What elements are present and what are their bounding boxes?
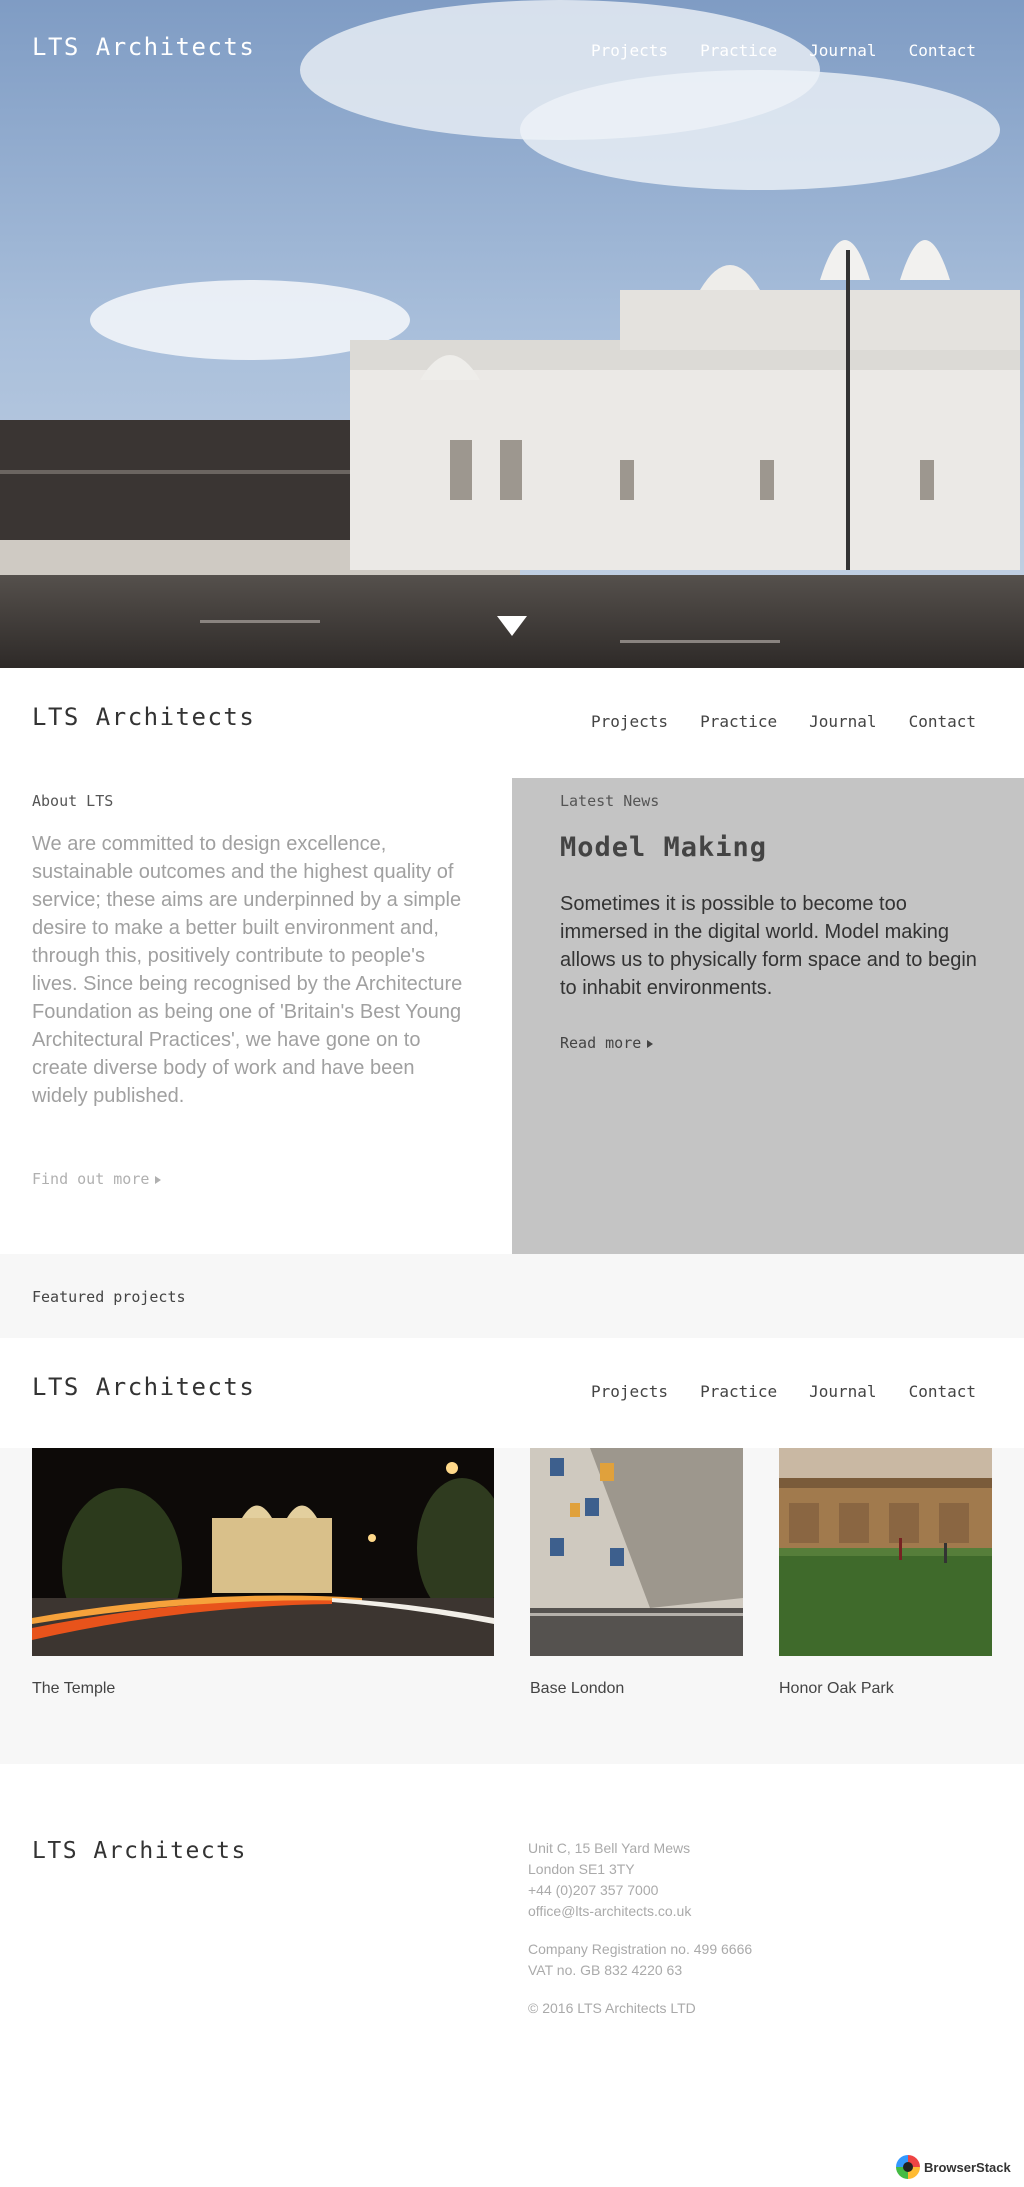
project-card-temple[interactable]: The Temple xyxy=(32,1448,494,1697)
nav-journal[interactable]: Journal xyxy=(809,712,876,731)
project-thumbnail xyxy=(32,1448,494,1656)
browserstack-logo-icon xyxy=(896,2155,920,2179)
nav-projects[interactable]: Projects xyxy=(591,41,668,60)
project-title: Honor Oak Park xyxy=(779,1680,894,1697)
email-link[interactable]: office@lts-architects.co.uk xyxy=(528,1901,752,1922)
news-text: Sometimes it is possible to become too i… xyxy=(560,893,977,999)
hero-nav: Projects Practice Journal Contact xyxy=(591,41,976,60)
latest-news-section: Latest News Model Making Sometimes it is… xyxy=(512,778,1024,1254)
nav-practice[interactable]: Practice xyxy=(700,712,777,731)
read-more-label: Read more xyxy=(560,1034,642,1052)
news-title[interactable]: Model Making xyxy=(560,832,767,863)
header-nav: Projects Practice Journal Contact xyxy=(591,1382,976,1401)
arrow-right-icon xyxy=(647,1039,654,1048)
site-header-repeat: LTS Architects Projects Practice Journal… xyxy=(0,1338,1024,1448)
phone-number[interactable]: +44 (0)207 357 7000 xyxy=(528,1880,752,1901)
site-header: LTS Architects Projects Practice Journal… xyxy=(0,668,1024,778)
header-nav: Projects Practice Journal Contact xyxy=(591,712,976,731)
address-line: Unit C, 15 Bell Yard Mews xyxy=(528,1840,691,1856)
scroll-down-icon[interactable] xyxy=(497,616,527,636)
about-section: About LTS We are committed to design exc… xyxy=(0,778,512,1254)
footer-contact: Unit C, 15 Bell Yard Mews London SE1 3TY… xyxy=(528,1838,752,2019)
nav-projects[interactable]: Projects xyxy=(591,1382,668,1401)
arrow-right-icon xyxy=(155,1175,162,1184)
find-out-more-link[interactable]: Find out more xyxy=(32,1170,162,1188)
header-logo[interactable]: LTS Architects xyxy=(32,1373,255,1401)
about-label: About LTS xyxy=(32,792,114,810)
project-title: Base London xyxy=(530,1680,625,1697)
site-footer: LTS Architects Unit C, 15 Bell Yard Mews… xyxy=(0,1764,1024,2187)
header-logo[interactable]: LTS Architects xyxy=(32,703,255,731)
hero-logo[interactable]: LTS Architects xyxy=(32,33,255,61)
nav-practice[interactable]: Practice xyxy=(700,41,777,60)
about-text: We are committed to design excellence, s… xyxy=(32,833,463,1107)
nav-contact[interactable]: Contact xyxy=(909,712,976,731)
address-line: London SE1 3TY xyxy=(528,1861,635,1877)
vat-number: VAT no. GB 832 4220 63 xyxy=(528,1962,683,1978)
copyright: © 2016 LTS Architects LTD xyxy=(528,2000,696,2016)
nav-contact[interactable]: Contact xyxy=(909,41,976,60)
nav-practice[interactable]: Practice xyxy=(700,1382,777,1401)
project-card-honor-oak[interactable]: Honor Oak Park xyxy=(779,1448,992,1697)
project-title: The Temple xyxy=(32,1680,116,1697)
featured-projects-grid: The Temple Base London Honor Oak Park xyxy=(0,1448,1024,1764)
nav-journal[interactable]: Journal xyxy=(809,41,876,60)
footer-logo[interactable]: LTS Architects xyxy=(32,1838,247,1864)
news-label: Latest News xyxy=(560,792,660,810)
browserstack-badge: BrowserStack xyxy=(896,2155,1011,2179)
project-thumbnail xyxy=(530,1448,743,1656)
nav-projects[interactable]: Projects xyxy=(591,712,668,731)
hero-banner: LTS Architects Projects Practice Journal… xyxy=(0,0,1024,668)
nav-contact[interactable]: Contact xyxy=(909,1382,976,1401)
project-thumbnail xyxy=(779,1448,992,1656)
browserstack-label: BrowserStack xyxy=(924,2159,1011,2175)
featured-label: Featured projects xyxy=(32,1288,186,1306)
project-card-base-london[interactable]: Base London xyxy=(530,1448,743,1697)
featured-projects-header: Featured projects xyxy=(0,1254,1024,1338)
hero-temple-photo xyxy=(0,0,1024,668)
nav-journal[interactable]: Journal xyxy=(809,1382,876,1401)
read-more-link[interactable]: Read more xyxy=(560,1034,654,1052)
find-out-more-label: Find out more xyxy=(32,1170,150,1188)
company-registration: Company Registration no. 499 6666 xyxy=(528,1941,753,1957)
